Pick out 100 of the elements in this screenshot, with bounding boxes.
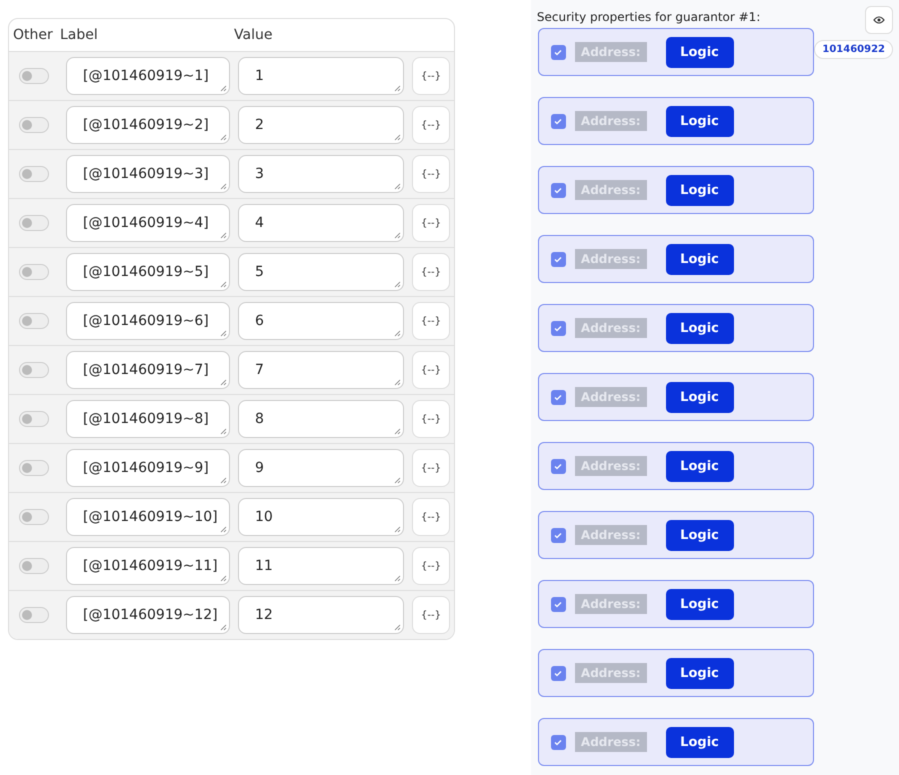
logic-button[interactable]: Logic: [666, 244, 734, 274]
toggle-switch[interactable]: [18, 607, 48, 623]
resize-grip-icon[interactable]: [220, 379, 227, 386]
logic-button[interactable]: Logic: [666, 174, 734, 206]
value-field[interactable]: 7: [238, 351, 404, 389]
variable-button[interactable]: {--}: [412, 57, 450, 95]
value-field[interactable]: 1: [238, 57, 404, 95]
check-icon: [554, 394, 562, 400]
toggle-switch[interactable]: [18, 264, 48, 280]
label-field[interactable]: [@101460919~12]: [66, 596, 230, 634]
label-field[interactable]: [@101460919~7]: [66, 351, 230, 389]
toggle-switch[interactable]: [18, 166, 48, 182]
resize-grip-icon[interactable]: [394, 379, 401, 386]
logic-button[interactable]: Logic: [666, 450, 734, 482]
check-icon: [554, 738, 562, 746]
resize-grip-icon[interactable]: [394, 428, 401, 435]
label-field[interactable]: [@101460919~2]: [66, 106, 230, 144]
value-field[interactable]: 6: [238, 302, 404, 340]
checkbox[interactable]: [550, 596, 566, 612]
toggle-switch[interactable]: [18, 362, 48, 378]
value-field[interactable]: 10: [238, 498, 404, 536]
value-field[interactable]: 5: [238, 253, 404, 291]
resize-grip-icon[interactable]: [394, 134, 401, 141]
resize-grip-icon[interactable]: [220, 624, 227, 631]
resize-grip-icon[interactable]: [220, 85, 227, 92]
toggle-switch[interactable]: [18, 411, 48, 427]
resize-grip-icon[interactable]: [220, 575, 227, 582]
variable-button[interactable]: {--}: [412, 498, 450, 536]
checkbox[interactable]: [550, 528, 566, 542]
resize-grip-icon[interactable]: [394, 477, 401, 484]
resize-grip-icon[interactable]: [220, 428, 227, 435]
view-button[interactable]: [865, 6, 893, 34]
label-field[interactable]: [@101460919~3]: [66, 155, 230, 193]
toggle-switch[interactable]: [18, 68, 48, 84]
resize-grip-icon[interactable]: [394, 624, 401, 631]
resize-grip-icon[interactable]: [220, 477, 227, 484]
checkbox[interactable]: [550, 182, 566, 198]
value-field[interactable]: 4: [238, 204, 404, 242]
logic-button[interactable]: Logic: [666, 726, 734, 758]
check-icon: [554, 324, 562, 332]
resize-grip-icon[interactable]: [394, 330, 401, 337]
resize-grip-icon[interactable]: [220, 330, 227, 337]
toggle-switch[interactable]: [18, 460, 48, 476]
resize-grip-icon[interactable]: [220, 232, 227, 239]
checkbox[interactable]: [550, 734, 566, 750]
label-field[interactable]: [@101460919~1]: [66, 57, 230, 95]
resize-grip-icon[interactable]: [220, 183, 227, 190]
label-field[interactable]: [@101460919~10]: [66, 498, 230, 536]
value-field[interactable]: 11: [238, 547, 404, 585]
logic-button[interactable]: Logic: [666, 658, 734, 688]
checkbox[interactable]: [550, 458, 566, 474]
variable-button[interactable]: {--}: [412, 253, 450, 291]
resize-grip-icon[interactable]: [220, 281, 227, 288]
variable-button[interactable]: {--}: [412, 302, 450, 340]
checkbox[interactable]: [550, 252, 566, 266]
toggle-switch[interactable]: [18, 313, 48, 329]
resize-grip-icon[interactable]: [394, 281, 401, 288]
toggle-switch[interactable]: [18, 558, 48, 574]
resize-grip-icon[interactable]: [394, 183, 401, 190]
value-field[interactable]: 9: [238, 449, 404, 487]
toggle-switch[interactable]: [18, 215, 48, 231]
resize-grip-icon[interactable]: [220, 526, 227, 533]
variable-button[interactable]: {--}: [412, 204, 450, 242]
variable-button[interactable]: {--}: [412, 106, 450, 144]
resize-grip-icon[interactable]: [394, 575, 401, 582]
logic-button[interactable]: Logic: [666, 106, 734, 136]
label-field[interactable]: [@101460919~4]: [66, 204, 230, 242]
toggle-switch[interactable]: [18, 117, 48, 133]
variable-button[interactable]: {--}: [412, 155, 450, 193]
variable-button[interactable]: {--}: [412, 449, 450, 487]
section-title: Security properties for guarantor #1:: [536, 10, 760, 24]
value-field[interactable]: 8: [238, 400, 404, 438]
logic-button[interactable]: Logic: [666, 382, 734, 412]
variable-button[interactable]: {--}: [412, 547, 450, 585]
checkbox[interactable]: [550, 390, 566, 404]
resize-grip-icon[interactable]: [394, 526, 401, 533]
logic-button[interactable]: Logic: [666, 312, 734, 344]
value-field[interactable]: 3: [238, 155, 404, 193]
resize-grip-icon[interactable]: [220, 134, 227, 141]
check-icon: [554, 186, 562, 194]
checkbox[interactable]: [550, 44, 566, 60]
label-field[interactable]: [@101460919~11]: [66, 547, 230, 585]
value-field[interactable]: 12: [238, 596, 404, 634]
variable-button[interactable]: {--}: [412, 400, 450, 438]
checkbox[interactable]: [550, 666, 566, 680]
label-field[interactable]: [@101460919~5]: [66, 253, 230, 291]
logic-button[interactable]: Logic: [666, 36, 734, 68]
resize-grip-icon[interactable]: [394, 85, 401, 92]
label-field[interactable]: [@101460919~8]: [66, 400, 230, 438]
toggle-switch[interactable]: [18, 509, 48, 525]
logic-button[interactable]: Logic: [666, 588, 734, 620]
checkbox[interactable]: [550, 320, 566, 336]
variable-button[interactable]: {--}: [412, 351, 450, 389]
label-field[interactable]: [@101460919~9]: [66, 449, 230, 487]
logic-button[interactable]: Logic: [666, 520, 734, 550]
checkbox[interactable]: [550, 114, 566, 128]
resize-grip-icon[interactable]: [394, 232, 401, 239]
variable-button[interactable]: {--}: [412, 596, 450, 634]
value-field[interactable]: 2: [238, 106, 404, 144]
label-field[interactable]: [@101460919~6]: [66, 302, 230, 340]
